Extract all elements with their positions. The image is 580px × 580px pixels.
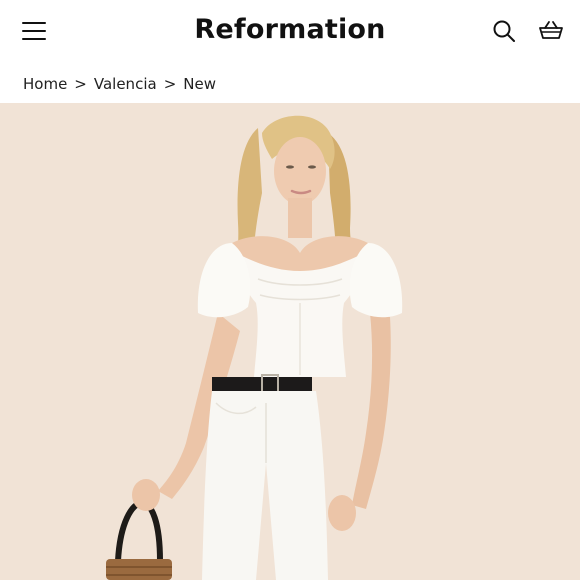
breadcrumb-home[interactable]: Home — [23, 75, 67, 93]
breadcrumb-separator: > — [163, 75, 177, 93]
breadcrumb: Home > Valencia > New — [23, 74, 216, 94]
search-icon — [493, 20, 515, 42]
breadcrumb-separator: > — [74, 75, 87, 93]
breadcrumb-valencia[interactable]: Valencia — [94, 75, 157, 93]
shopping-basket-icon — [539, 21, 563, 39]
model-illustration — [0, 103, 580, 580]
search-button[interactable] — [492, 19, 518, 45]
site-header: Reformation — [0, 0, 580, 64]
shopping-bag-button[interactable] — [538, 19, 564, 45]
product-hero-image[interactable] — [0, 103, 580, 580]
breadcrumb-new[interactable]: New — [183, 75, 216, 93]
